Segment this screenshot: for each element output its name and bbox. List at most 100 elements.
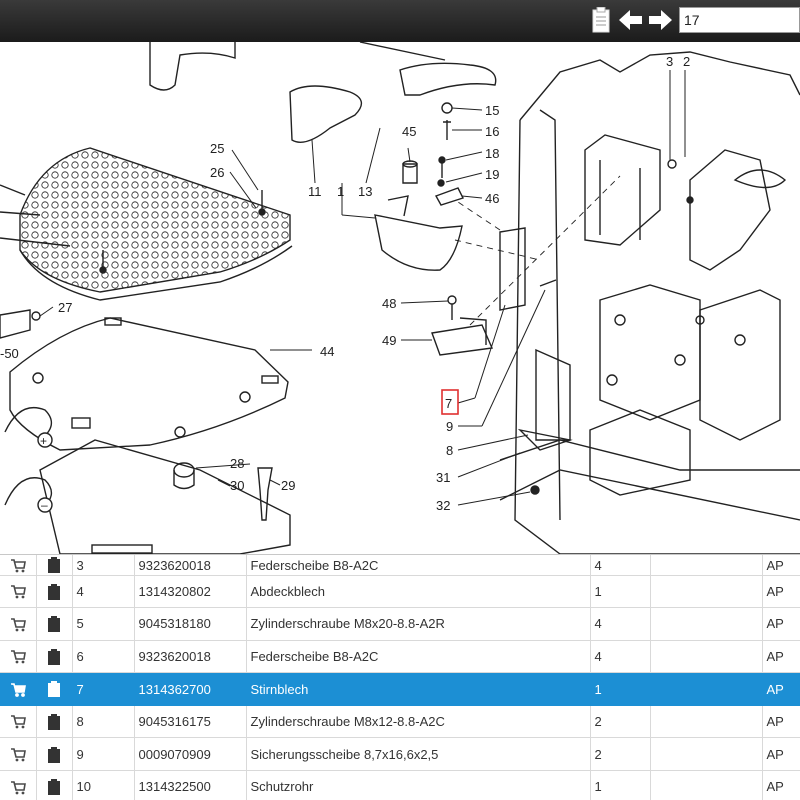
callout-8[interactable]: 8 xyxy=(446,443,453,458)
add-to-cart-icon[interactable] xyxy=(0,640,37,674)
arrow-left-icon[interactable] xyxy=(619,6,643,34)
callout-3[interactable]: 3 xyxy=(666,54,673,69)
callout-11[interactable]: 11 xyxy=(308,184,322,199)
callout-9[interactable]: 9 xyxy=(446,419,453,434)
clipboard-icon[interactable] xyxy=(36,640,73,674)
cell-unit: AP xyxy=(762,607,800,641)
cell-quantity: 4 xyxy=(590,555,651,576)
callout-50[interactable]: -50 xyxy=(0,346,19,361)
cell-unit: AP xyxy=(762,640,800,674)
callout-7[interactable]: 7 xyxy=(445,396,452,411)
table-row[interactable]: 8 9045316175 Zylinderschraube M8x12-8.8-A2… xyxy=(0,705,800,739)
table-row[interactable]: 6 9323620018 Federscheibe B8-A2C 4 AP xyxy=(0,640,800,674)
clipboard-icon[interactable] xyxy=(36,705,73,739)
cell-quantity: 2 xyxy=(590,737,651,772)
callout-13[interactable]: 13 xyxy=(358,184,372,199)
add-to-cart-icon[interactable] xyxy=(0,705,37,739)
cell-empty xyxy=(650,737,763,772)
clipboard-icon[interactable] xyxy=(36,770,73,800)
callout-25[interactable]: 25 xyxy=(210,141,224,156)
cell-empty xyxy=(650,575,763,609)
cell-quantity: 1 xyxy=(590,575,651,609)
cell-position: 6 xyxy=(72,640,135,674)
add-to-cart-icon[interactable] xyxy=(0,575,37,609)
clipboard-icon[interactable] xyxy=(36,607,73,641)
callout-32[interactable]: 32 xyxy=(436,498,450,513)
callout-16[interactable]: 16 xyxy=(485,124,499,139)
cell-unit: AP xyxy=(762,575,800,609)
cell-position: 5 xyxy=(72,607,135,641)
cell-empty xyxy=(650,640,763,674)
callout-2[interactable]: 2 xyxy=(683,54,690,69)
add-to-cart-icon[interactable] xyxy=(0,737,37,772)
callout-27[interactable]: 27 xyxy=(58,300,72,315)
cell-description: Abdeckblech xyxy=(246,575,591,609)
cell-description: Zylinderschraube M8x20-8.8-A2R xyxy=(246,607,591,641)
cell-part-number: 1314362700 xyxy=(134,672,247,706)
add-to-cart-icon[interactable] xyxy=(0,770,37,800)
cell-position: 9 xyxy=(72,737,135,772)
cell-position: 7 xyxy=(72,672,135,706)
cell-description: Federscheibe B8-A2C xyxy=(246,640,591,674)
callout-45[interactable]: 45 xyxy=(402,124,416,139)
cell-quantity: 4 xyxy=(590,607,651,641)
cell-quantity: 4 xyxy=(590,640,651,674)
table-row[interactable]: 7 1314362700 Stirnblech 1 AP xyxy=(0,672,800,706)
cell-position: 4 xyxy=(72,575,135,609)
cell-description: Schutzrohr xyxy=(246,770,591,800)
cell-empty xyxy=(650,705,763,739)
clipboard-icon[interactable] xyxy=(36,575,73,609)
svg-text:–: – xyxy=(41,498,48,512)
arrow-right-icon[interactable] xyxy=(648,6,672,34)
cell-description: Federscheibe B8-A2C xyxy=(246,555,591,576)
cell-unit: AP xyxy=(762,737,800,772)
cell-part-number: 9323620018 xyxy=(134,555,247,576)
cell-unit: AP xyxy=(762,770,800,800)
cell-part-number: 1314320802 xyxy=(134,575,247,609)
callout-1[interactable]: 1 xyxy=(337,184,344,199)
callout-29[interactable]: 29 xyxy=(281,478,295,493)
add-to-cart-icon[interactable] xyxy=(0,555,37,576)
table-row[interactable]: 5 9045318180 Zylinderschraube M8x20-8.8-A2… xyxy=(0,607,800,641)
table-row[interactable]: 3 9323620018 Federscheibe B8-A2C 4 AP xyxy=(0,555,800,576)
callout-18[interactable]: 18 xyxy=(485,146,499,161)
callout-28[interactable]: 28 xyxy=(230,456,244,471)
callout-26[interactable]: 26 xyxy=(210,165,224,180)
callout-46[interactable]: 46 xyxy=(485,191,499,206)
cell-part-number: 1314322500 xyxy=(134,770,247,800)
clipboard-icon[interactable] xyxy=(36,555,73,576)
callout-44[interactable]: 44 xyxy=(320,344,334,359)
parts-drawing: + – 25 26 27 -50 44 28 30 29 11 1 13 45 … xyxy=(0,42,800,554)
callout-30[interactable]: 30 xyxy=(230,478,244,493)
table-row[interactable]: 9 0009070909 Sicherungsscheibe 8,7x16,6x2,… xyxy=(0,737,800,772)
cell-description: Zylinderschraube M8x12-8.8-A2C xyxy=(246,705,591,739)
cell-empty xyxy=(650,607,763,641)
toolbar xyxy=(0,0,800,42)
table-row[interactable]: 10 1314322500 Schutzrohr 1 AP xyxy=(0,770,800,800)
cell-unit: AP xyxy=(762,705,800,739)
callout-48[interactable]: 48 xyxy=(382,296,396,311)
add-to-cart-icon[interactable] xyxy=(0,607,37,641)
cell-description: Sicherungsscheibe 8,7x16,6x2,5 xyxy=(246,737,591,772)
cell-position: 10 xyxy=(72,770,135,800)
search-input[interactable] xyxy=(679,7,800,33)
table-row[interactable]: 4 1314320802 Abdeckblech 1 AP xyxy=(0,575,800,609)
cell-empty xyxy=(650,555,763,576)
cell-part-number: 0009070909 xyxy=(134,737,247,772)
add-to-cart-icon[interactable] xyxy=(0,672,37,706)
cell-quantity: 2 xyxy=(590,705,651,739)
callout-31[interactable]: 31 xyxy=(436,470,450,485)
clipboard-icon[interactable] xyxy=(36,737,73,772)
callout-19[interactable]: 19 xyxy=(485,167,499,182)
cell-quantity: 1 xyxy=(590,672,651,706)
parts-table: 3 9323620018 Federscheibe B8-A2C 4 AP 4 131432… xyxy=(0,554,800,800)
cell-part-number: 9045318180 xyxy=(134,607,247,641)
callout-49[interactable]: 49 xyxy=(382,333,396,348)
svg-text:+: + xyxy=(40,434,47,448)
callout-15[interactable]: 15 xyxy=(485,103,499,118)
cell-unit: AP xyxy=(762,672,800,706)
cell-position: 8 xyxy=(72,705,135,739)
clipboard-icon[interactable] xyxy=(589,6,613,34)
cell-description: Stirnblech xyxy=(246,672,591,706)
clipboard-icon[interactable] xyxy=(36,672,73,706)
